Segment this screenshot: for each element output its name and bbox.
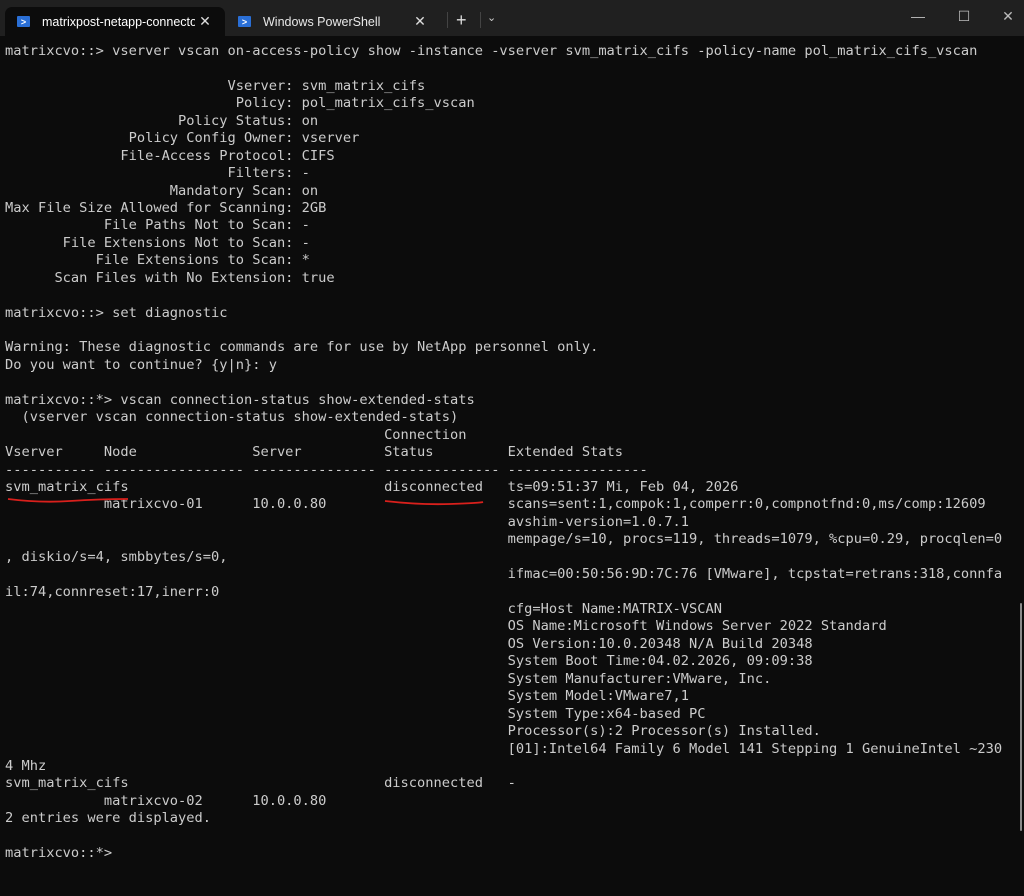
terminal-line: File Extensions Not to Scan: - (5, 234, 310, 251)
terminal-line: Warning: These diagnostic commands are f… (5, 339, 599, 356)
terminal-line: [01]:Intel64 Family 6 Model 141 Stepping… (5, 740, 1003, 757)
title-bar: > matrixpost-netapp-connector ✕ > Window… (0, 0, 1024, 36)
scrollbar[interactable] (1020, 603, 1022, 831)
terminal-line: matrixcvo::*> vscan connection-status sh… (5, 391, 475, 408)
terminal-line: Max File Size Allowed for Scanning: 2GB (5, 199, 327, 216)
terminal-line: System Manufacturer:VMware, Inc. (5, 670, 772, 687)
terminal-line: Connection (5, 426, 467, 443)
powershell-icon: > (238, 16, 251, 27)
terminal-line: svm_matrix_cifs disconnected - (5, 775, 516, 792)
terminal-line: OS Version:10.0.20348 N/A Build 20348 (5, 635, 813, 652)
terminal-line: avshim-version=1.0.7.1 (5, 513, 689, 530)
terminal-line: Filters: - (5, 165, 310, 182)
terminal-line: File Paths Not to Scan: - (5, 217, 310, 234)
divider (447, 12, 448, 28)
terminal-line: (vserver vscan connection-status show-ex… (5, 409, 459, 426)
powershell-icon: > (17, 16, 30, 27)
terminal-line: Scan Files with No Extension: true (5, 269, 335, 286)
terminal-line: System Model:VMware7,1 (5, 688, 689, 705)
terminal-line: 4 Mhz (5, 757, 47, 774)
terminal-line: Vserver Node Server Status Extended Stat… (5, 444, 624, 461)
terminal-line: Do you want to continue? {y|n}: y (5, 356, 277, 373)
terminal-line: File-Access Protocol: CIFS (5, 147, 335, 164)
terminal-line: svm_matrix_cifs disconnected ts=09:51:37… (5, 478, 739, 495)
terminal-line: Policy: pol_matrix_cifs_vscan (5, 95, 475, 112)
terminal-line: OS Name:Microsoft Windows Server 2022 St… (5, 618, 887, 635)
terminal-line: ----------- ----------------- ----------… (5, 461, 648, 478)
terminal-line: Mandatory Scan: on (5, 182, 319, 199)
terminal-line: System Type:x64-based PC (5, 705, 706, 722)
close-window-button[interactable]: ✕ (993, 8, 1023, 25)
terminal-line: mempage/s=10, procs=119, threads=1079, %… (5, 531, 1003, 548)
terminal-line: System Boot Time:04.02.2026, 09:09:38 (5, 653, 813, 670)
terminal-line: Vserver: svm_matrix_cifs (5, 77, 426, 94)
divider (480, 12, 481, 28)
tab-matrixpost-netapp-connector[interactable]: > matrixpost-netapp-connector ✕ (5, 7, 225, 36)
terminal-line: matrixcvo-02 10.0.0.80 (5, 792, 327, 809)
terminal-line: cfg=Host Name:MATRIX-VSCAN (5, 601, 722, 617)
terminal-output[interactable]: matrixcvo::> vserver vscan on-access-pol… (5, 43, 1024, 863)
tab-label: matrixpost-netapp-connector (42, 14, 195, 29)
terminal-line: Policy Config Owner: vserver (5, 130, 360, 147)
terminal-line: Processor(s):2 Processor(s) Installed. (5, 723, 821, 740)
terminal-line: ifmac=00:50:56:9D:7C:76 [VMware], tcpsta… (5, 566, 1003, 583)
terminal-line: matrixcvo::> set diagnostic (5, 304, 228, 321)
terminal-line: matrixcvo::> vserver vscan on-access-pol… (5, 43, 978, 59)
terminal-line: File Extensions to Scan: * (5, 252, 310, 269)
terminal-line: il:74,connreset:17,inerr:0 (5, 583, 220, 600)
terminal-line: matrixcvo-01 10.0.0.80 scans=sent:1,comp… (5, 496, 986, 513)
maximize-button[interactable]: ☐ (949, 8, 979, 25)
close-tab-icon[interactable]: ✕ (410, 13, 430, 30)
new-tab-button[interactable]: + (456, 10, 467, 31)
minimize-button[interactable]: — (903, 8, 933, 24)
close-tab-icon[interactable]: ✕ (195, 13, 215, 30)
terminal-line: matrixcvo::*> (5, 845, 113, 862)
terminal-line: Policy Status: on (5, 112, 319, 129)
tab-label: Windows PowerShell (263, 14, 381, 29)
tab-dropdown-button[interactable]: ⌄ (487, 11, 496, 24)
terminal-line: 2 entries were displayed. (5, 810, 212, 827)
terminal-line: , diskio/s=4, smbbytes/s=0, (5, 548, 228, 565)
tab-windows-powershell[interactable]: > Windows PowerShell ✕ (226, 7, 440, 36)
